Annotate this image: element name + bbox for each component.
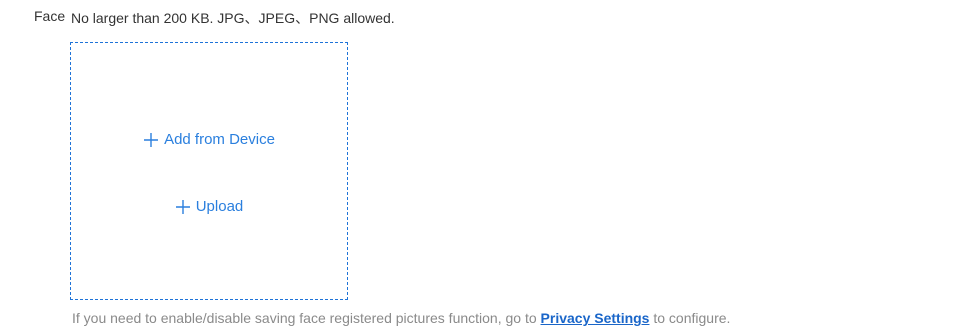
upload-label: Upload	[195, 198, 244, 215]
upload-button[interactable]: Upload	[71, 198, 347, 215]
add-from-device-label: Add from Device	[164, 131, 275, 148]
privacy-settings-link[interactable]: Privacy Settings	[541, 310, 650, 326]
face-upload-area[interactable]: Add from Device Upload	[70, 42, 348, 300]
privacy-note-suffix: to configure.	[649, 310, 731, 326]
privacy-note: If you need to enable/disable saving fac…	[72, 310, 730, 326]
face-field-label: Face	[34, 8, 66, 24]
plus-icon	[175, 199, 191, 215]
plus-icon	[143, 132, 159, 148]
privacy-note-prefix: If you need to enable/disable saving fac…	[72, 310, 541, 326]
add-from-device-button[interactable]: Add from Device	[71, 131, 347, 148]
face-upload-hint: No larger than 200 KB. JPG、JPEG、PNG allo…	[71, 10, 395, 26]
